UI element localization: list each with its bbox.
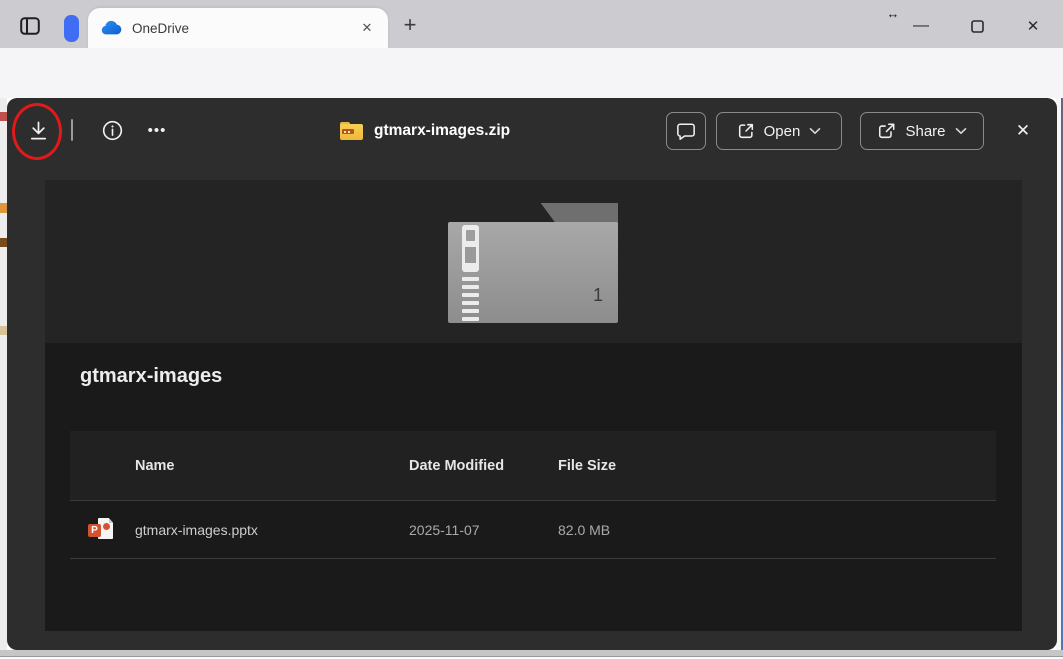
tab-actions-menu-button[interactable] [16,12,44,40]
screenshot-stage: OneDrive ✕ + ↔ — ✕ https://mitprod-my.sh… [0,0,1063,659]
viewer-content: 1 gtmarx-images Name Date Modified File … [45,180,1022,631]
powerpoint-file-icon: P [88,517,115,544]
file-date: 2025-11-07 [409,522,558,538]
column-header-date: Date Modified [409,458,558,474]
viewer-file-header: gtmarx-images.zip [340,111,510,151]
new-tab-button[interactable]: + [398,13,422,37]
window-minimize-button[interactable]: — [906,12,936,40]
info-button[interactable] [92,110,132,150]
viewer-more-button[interactable]: ••• [137,110,177,150]
comments-button[interactable] [666,112,706,150]
zip-folder-thumbnail: 1 [448,203,618,323]
window-close-button[interactable]: ✕ [1018,12,1048,40]
download-button[interactable] [16,108,60,152]
column-header-size: File Size [558,458,996,474]
browser-nav-bar: https://mitprod-my.sharepoint.com/person… [0,48,1063,98]
file-size: 82.0 MB [558,522,996,538]
toolbar-divider [71,119,73,141]
share-button[interactable]: Share [860,112,984,150]
column-header-name: Name [70,458,409,474]
zip-details-card: gtmarx-images Name Date Modified File Si… [45,343,1022,631]
window-resize-icon: ↔ [884,4,902,22]
share-icon [877,122,896,140]
file-name[interactable]: gtmarx-images.pptx [70,522,409,538]
tab-layout-icon [20,17,40,35]
zipper-pull [462,225,479,272]
info-icon [101,119,124,142]
viewer-filename: gtmarx-images.zip [374,122,510,140]
tab-title: OneDrive [132,21,356,36]
page-behind-right-sliver [1056,98,1063,650]
comment-bubble-icon [676,122,696,141]
zip-item-count: 1 [593,285,603,306]
open-button[interactable]: Open [716,112,842,150]
workspace-indicator-pill[interactable] [64,15,79,42]
share-chevron-down-icon [955,127,967,135]
table-row[interactable]: P gtmarx-images.pptx 2025-11-07 82.0 MB [70,501,996,559]
browser-tab-bar: OneDrive ✕ + ↔ — ✕ [0,0,1063,48]
zip-title: gtmarx-images [80,365,222,388]
table-header-row: Name Date Modified File Size [70,431,996,501]
active-tab-onedrive[interactable]: OneDrive ✕ [88,8,388,48]
tab-close-button[interactable]: ✕ [356,17,378,39]
open-external-icon [737,122,755,140]
zip-file-icon [340,122,363,140]
open-chevron-down-icon [809,127,821,135]
viewer-close-button[interactable]: ✕ [1004,112,1042,150]
page-behind-left-sliver [0,98,7,650]
file-table: Name Date Modified File Size P gtmarx-im… [70,431,996,559]
share-label: Share [905,123,945,140]
onedrive-cloud-icon [100,20,122,36]
zip-preview-panel: 1 [45,180,1022,343]
window-maximize-button[interactable] [962,12,992,40]
onedrive-file-viewer: ••• gtmarx-images.zip Open Share ✕ [7,98,1057,650]
maximize-icon [971,20,984,33]
download-icon [27,119,50,142]
open-label: Open [764,123,801,140]
